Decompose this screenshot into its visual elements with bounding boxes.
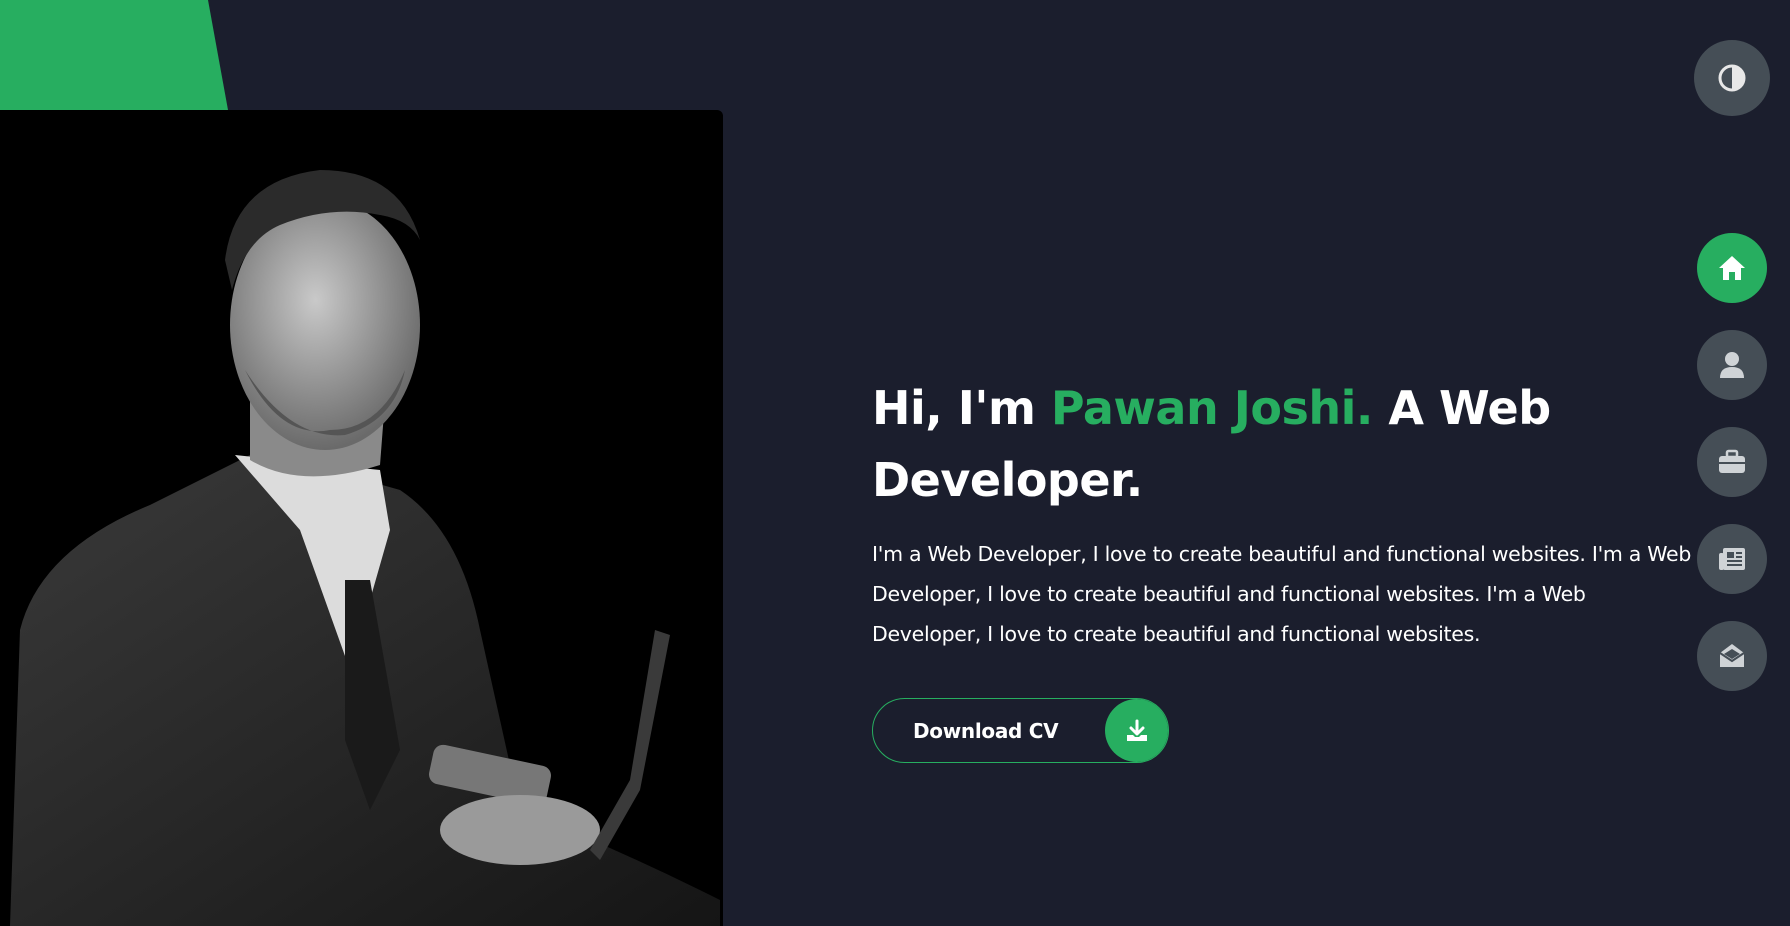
hero-title: Hi, I'm Pawan Joshi. A Web Developer.: [872, 372, 1692, 516]
envelope-open-icon: [1719, 644, 1745, 667]
accent-shape: [0, 0, 228, 110]
download-cv-button[interactable]: Download CV: [872, 698, 1169, 763]
nav-item-about[interactable]: [1697, 330, 1767, 400]
newspaper-icon: [1719, 548, 1745, 570]
contrast-icon: [1718, 64, 1746, 92]
theme-toggle-button[interactable]: [1694, 40, 1770, 116]
nav-item-portfolio[interactable]: [1697, 427, 1767, 497]
nav-item-home[interactable]: [1697, 233, 1767, 303]
nav-item-blog[interactable]: [1697, 524, 1767, 594]
briefcase-icon: [1719, 449, 1745, 473]
nav-item-contact[interactable]: [1697, 621, 1767, 691]
profile-photo: [0, 110, 723, 926]
user-icon: [1720, 352, 1744, 378]
page: Hi, I'm Pawan Joshi. A Web Developer. I'…: [0, 0, 1790, 926]
hero-description: I'm a Web Developer, I love to create be…: [872, 542, 1692, 646]
side-nav: [1697, 233, 1767, 718]
download-cv-label: Download CV: [913, 718, 1059, 743]
home-icon: [1719, 256, 1745, 280]
download-icon: [1105, 699, 1168, 762]
hero-section: Hi, I'm Pawan Joshi. A Web Developer. I'…: [872, 372, 1692, 654]
hero-name: Pawan Joshi.: [1050, 381, 1373, 435]
hero-greeting: Hi, I'm: [872, 381, 1051, 435]
